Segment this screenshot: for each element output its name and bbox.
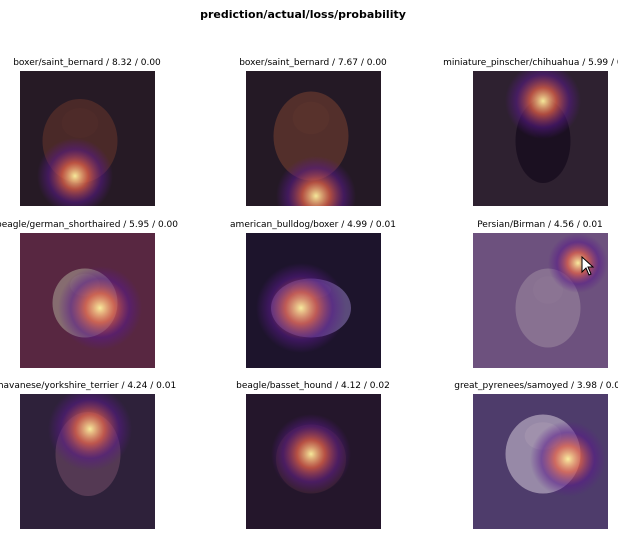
heatmap-image [246,233,381,368]
image-label: boxer/saint_bernard / 7.67 / 0.00 [239,58,387,68]
image-label: Persian/Birman / 4.56 / 0.01 [477,220,603,230]
image-label: boxer/saint_bernard / 8.32 / 0.00 [13,58,161,68]
heatmap-overlay [20,233,155,368]
heatmap-image [246,71,381,206]
heatmap-image [20,233,155,368]
image-label: beagle/german_shorthaired / 5.95 / 0.00 [0,220,178,230]
heatmap-image [473,394,608,529]
image-label: miniature_pinscher/chihuahua / 5.99 / 0.… [443,58,618,68]
heatmap-overlay [473,233,608,368]
heatmap-image [473,71,608,206]
heatmap-overlay [246,71,381,206]
heatmap-overlay [473,394,608,529]
image-label: great_pyrenees/samoyed / 3.98 / 0.02 [454,381,618,391]
figure-title: prediction/actual/loss/probability [200,8,406,21]
image-label: havanese/yorkshire_terrier / 4.24 / 0.01 [0,381,177,391]
mouse-cursor-icon [581,256,595,276]
heatmap-image [246,394,381,529]
image-label: beagle/basset_hound / 4.12 / 0.02 [236,381,390,391]
heatmap-overlay [20,71,155,206]
heatmap-image [20,71,155,206]
heatmap-overlay [246,394,381,529]
heatmap-overlay [473,71,608,206]
image-label: american_bulldog/boxer / 4.99 / 0.01 [230,220,396,230]
heatmap-image [473,233,608,368]
heatmap-overlay [246,233,381,368]
heatmap-image [20,394,155,529]
heatmap-overlay [20,394,155,529]
